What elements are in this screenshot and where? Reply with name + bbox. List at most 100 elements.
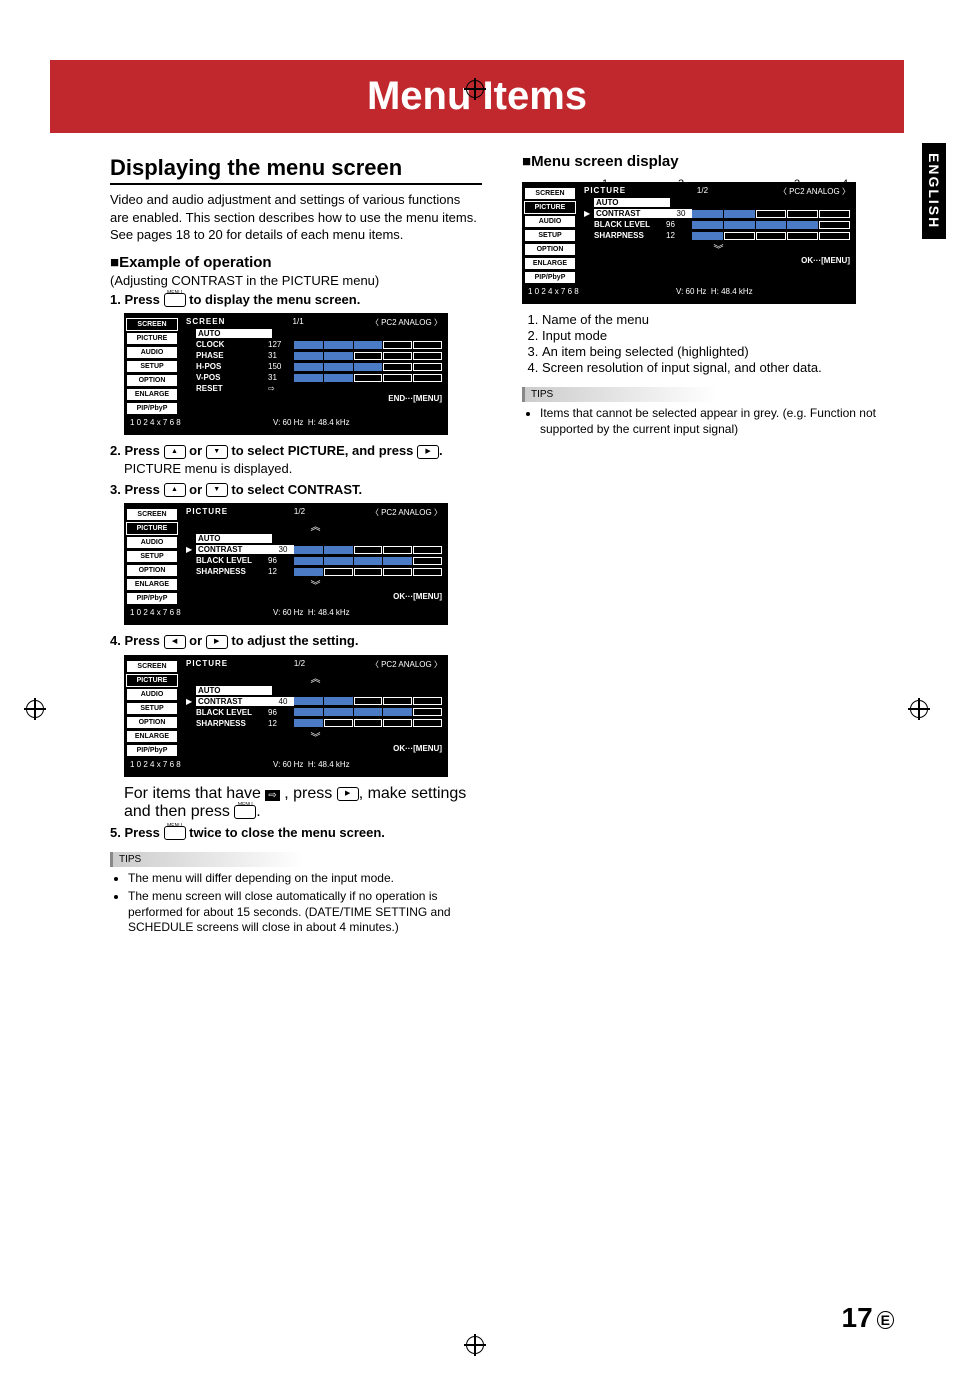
osd-item: SHARPNESS [594, 231, 666, 240]
osd-tab: PIP/PbyP [126, 744, 178, 757]
osd-tab: AUDIO [126, 536, 178, 549]
osd-item: PHASE [196, 351, 268, 360]
osd-tab: PICTURE [524, 201, 576, 214]
language-tab: ENGLISH [922, 143, 946, 239]
osd-tab: PICTURE [126, 332, 178, 345]
legend-item: Name of the menu [542, 312, 894, 327]
osd-value: 30 [272, 545, 294, 554]
menu-button-icon [234, 805, 256, 819]
osd-input: 〈 PC2 ANALOG 〉 [779, 186, 850, 197]
osd-hfreq: H: 48.4 kHz [308, 760, 350, 769]
osd-hfreq: H: 48.4 kHz [308, 418, 350, 427]
tips-list: Items that cannot be selected appear in … [522, 406, 894, 437]
osd-input: 〈 PC2 ANALOG 〉 [371, 659, 442, 670]
osd-tab: AUDIO [524, 215, 576, 228]
print-registration-right [910, 700, 928, 718]
osd-value: 31 [268, 373, 294, 382]
osd-resolution: 1 0 2 4 x 7 6 8 [528, 287, 579, 296]
osd-page: 1/2 [294, 507, 305, 518]
osd-value: 127 [268, 340, 294, 349]
page-number: 17E [842, 1302, 895, 1334]
intro-text: Video and audio adjustment and settings … [110, 191, 482, 244]
osd-value: 30 [670, 209, 692, 218]
osd-item-selected: CONTRAST [196, 697, 272, 706]
osd-screenshot-3: SCREEN PICTURE AUDIO SETUP OPTION ENLARG… [124, 655, 448, 777]
menu-button-icon [164, 826, 186, 840]
osd-item: AUTO [196, 329, 272, 338]
legend-list: Name of the menu Input mode An item bein… [522, 312, 894, 375]
right-button-icon: ▶ [337, 787, 359, 801]
up-button-icon: ▲ [164, 483, 186, 497]
osd-screenshot-2: SCREEN PICTURE AUDIO SETUP OPTION ENLARG… [124, 503, 448, 625]
osd-tab: PICTURE [126, 674, 178, 687]
osd-resolution: 1 0 2 4 x 7 6 8 [130, 760, 181, 769]
osd-value: 31 [268, 351, 294, 360]
osd-tab: ENLARGE [126, 388, 178, 401]
osd-item-selected: CONTRAST [594, 209, 670, 218]
down-button-icon: ▼ [206, 445, 228, 459]
legend-item: Input mode [542, 328, 894, 343]
osd-vfreq: V: 60 Hz [273, 418, 303, 427]
osd-tab: SCREEN [126, 318, 178, 331]
print-registration-top [466, 80, 484, 98]
osd-tab: SETUP [126, 360, 178, 373]
step-2-after: PICTURE menu is displayed. [124, 461, 482, 476]
step-4: Press ◀ or ▶ to adjust the setting. [110, 633, 482, 649]
tips-header: TIPS [522, 387, 717, 402]
osd-tab: AUDIO [126, 688, 178, 701]
osd-tab: OPTION [126, 564, 178, 577]
osd-value: 12 [268, 567, 294, 576]
right-button-icon: ▶ [417, 445, 439, 459]
osd-item: V-POS [196, 373, 268, 382]
step-1: Press to display the menu screen. [110, 292, 482, 308]
osd-tab: PIP/PbyP [524, 271, 576, 284]
step-2: Press ▲ or ▼ to select PICTURE, and pres… [110, 443, 482, 476]
osd-title: PICTURE [186, 507, 228, 518]
osd-tab: ENLARGE [126, 730, 178, 743]
osd-resolution: 1 0 2 4 x 7 6 8 [130, 418, 181, 427]
sub-heading: Menu screen display [522, 153, 894, 170]
page-letter: E [877, 1311, 894, 1329]
tip-item: The menu screen will close automatically… [128, 889, 482, 936]
osd-page: 1/1 [293, 317, 304, 328]
print-registration-left [26, 700, 44, 718]
osd-item: H-POS [196, 362, 268, 371]
left-column: Displaying the menu screen Video and aud… [100, 143, 502, 938]
chevron-down-icon: ︾ [182, 577, 446, 592]
osd-screenshot-1: SCREEN PICTURE AUDIO SETUP OPTION ENLARG… [124, 313, 448, 435]
osd-value: 96 [268, 556, 294, 565]
right-button-icon: ▶ [206, 635, 228, 649]
legend-item: An item being selected (highlighted) [542, 344, 894, 359]
osd-tab: PIP/PbyP [126, 592, 178, 605]
osd-tab: OPTION [524, 243, 576, 256]
right-column: ENGLISH Menu screen display 1 3 2 4 SCRE… [502, 143, 904, 938]
sub-paragraph: (Adjusting CONTRAST in the PICTURE menu) [110, 273, 482, 288]
page-number-value: 17 [842, 1302, 873, 1333]
up-button-icon: ▲ [164, 445, 186, 459]
osd-vfreq: V: 60 Hz [273, 608, 303, 617]
osd-item: SHARPNESS [196, 719, 268, 728]
osd-tab: OPTION [126, 716, 178, 729]
osd-vfreq: V: 60 Hz [273, 760, 303, 769]
osd-page: 1/2 [697, 186, 708, 197]
osd-item: CLOCK [196, 340, 268, 349]
osd-item: AUTO [196, 686, 272, 695]
osd-tab: SCREEN [126, 660, 178, 673]
osd-tab: OPTION [126, 374, 178, 387]
tip-item: Items that cannot be selected appear in … [540, 406, 894, 437]
osd-resolution: 1 0 2 4 x 7 6 8 [130, 608, 181, 617]
left-button-icon: ◀ [164, 635, 186, 649]
osd-value: 40 [272, 697, 294, 706]
osd-tab: SCREEN [524, 187, 576, 200]
osd-item: AUTO [594, 198, 670, 207]
osd-title: PICTURE [584, 186, 626, 197]
osd-item: BLACK LEVEL [196, 708, 268, 717]
osd-screenshot-labeled: SCREEN PICTURE AUDIO SETUP OPTION ENLARG… [522, 182, 856, 304]
chevron-up-icon: ︽ [182, 670, 446, 685]
osd-value: 12 [268, 719, 294, 728]
osd-tab: AUDIO [126, 346, 178, 359]
tips-list: The menu will differ depending on the in… [110, 871, 482, 935]
osd-tab: ENLARGE [524, 257, 576, 270]
osd-item: SHARPNESS [196, 567, 268, 576]
section-heading: Displaying the menu screen [110, 155, 482, 185]
